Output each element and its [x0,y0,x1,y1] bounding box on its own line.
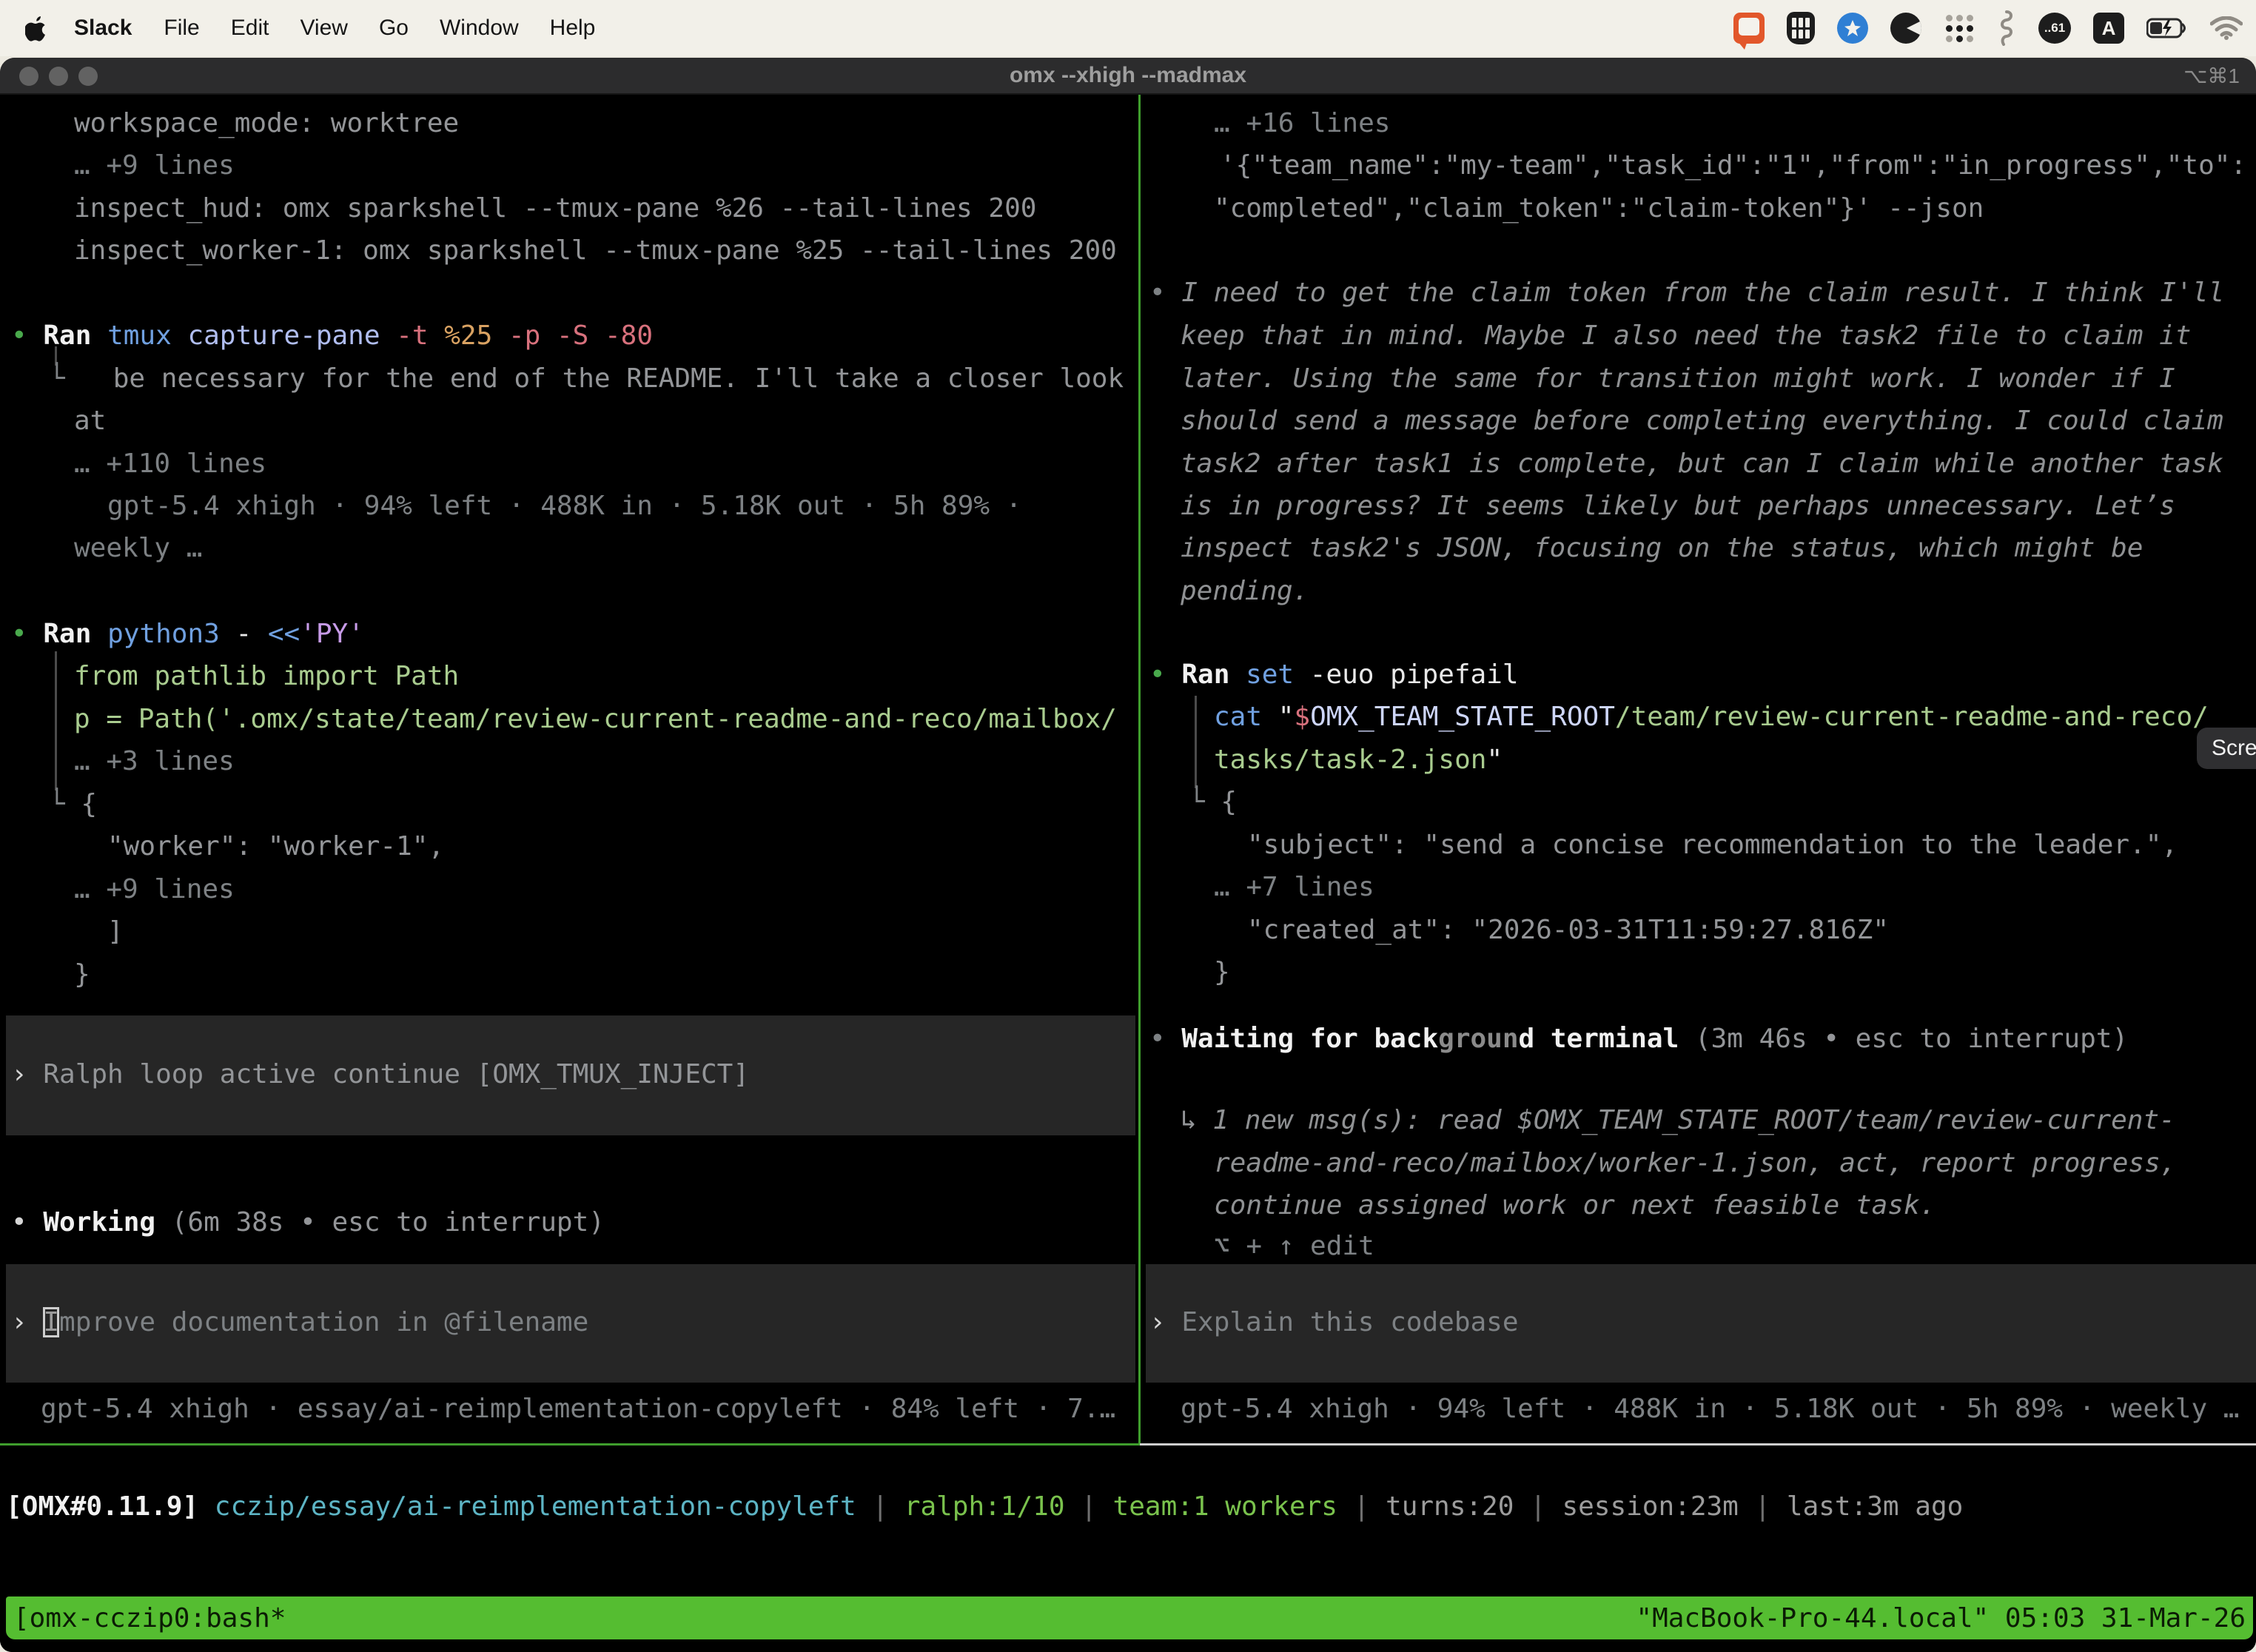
terminal-line: should send a message before completing … [1181,403,2223,439]
terminal-line: is in progress? It seems likely but perh… [1181,488,2175,524]
terminal-body: Scre workspace_mode: worktree … +9 lines i… [0,95,2256,1652]
ralph-loop-input-line: › Ralph loop active continue [OMX_TMUX_I… [11,1057,749,1092]
ran-set-pipefail-line: • Ran set -euo pipefail [1149,657,1519,693]
thinking-line: • I need to get the claim token from the… [1149,275,2224,311]
terminal-line: gpt-5.4 xhigh · 94% left · 488K in · 5.1… [107,488,1021,524]
terminal-line: } [74,957,90,993]
wifi-icon[interactable] [2210,16,2243,40]
mailbox-message-line: ↳ 1 new msg(s): read $OMX_TEAM_STATE_ROO… [1181,1103,2175,1138]
terminal-line: … +7 lines [1214,870,1374,905]
shield-grid-icon[interactable] [1787,12,1815,44]
window-title: omx --xhigh --madmax [0,63,2256,88]
tree-connector [55,651,57,790]
dots-grid-icon[interactable] [1944,13,1975,44]
omx-status-line: [OMX#0.11.9] cczip/essay/ai-reimplementa… [6,1489,1963,1525]
terminal-line: … +3 lines [74,744,235,779]
menu-item-go[interactable]: Go [363,16,424,41]
terminal-line: pending. [1181,574,1309,609]
right-session-status-line: gpt-5.4 xhigh · 94% left · 488K in · 5.1… [1181,1391,2239,1427]
terminal-line: └ { [49,787,97,822]
keyboard-layout-icon[interactable]: A [2093,13,2124,44]
terminal-line: "subject": "send a concise recommendatio… [1247,827,2178,863]
terminal-line: "worker": "worker-1", [107,829,444,864]
terminal-line: … +110 lines [74,446,266,482]
menu-item-help[interactable]: Help [534,16,611,41]
menu-item-edit[interactable]: Edit [215,16,285,41]
terminal-line: keep that in mind. Maybe I also need the… [1181,318,2191,354]
screenshot-app-icon[interactable] [1733,13,1765,44]
terminal-line: "created_at": "2026-03-31T11:59:27.816Z" [1247,913,1889,948]
terminal-line: p = Path('.omx/state/team/review-current… [74,702,1117,737]
right-prompt-line: › Explain this codebase [1149,1305,1519,1340]
terminal-line: └ { [1189,785,1237,820]
menu-item-view[interactable]: View [284,16,363,41]
terminal-line: cat "$OMX_TEAM_STATE_ROOT/team/review-cu… [1214,699,2209,735]
left-session-status-line: gpt-5.4 xhigh · essay/ai-reimplementatio… [41,1391,1115,1427]
terminal-line: … +9 lines [74,872,235,907]
menu-item-file[interactable]: File [148,16,215,41]
pane-border-bottom-left [0,1443,1140,1446]
terminal-line: task2 after task1 is complete, but can I… [1181,446,2223,482]
badge-61-icon[interactable]: ..61 [2038,13,2071,44]
terminal-line: ] [107,914,124,950]
menu-bar: Slack File Edit View Go Window Help [0,0,2256,56]
window-titlebar[interactable]: omx --xhigh --madmax ⌥⌘1 [0,58,2256,95]
terminal-line: from pathlib import Path [74,659,459,694]
menu-app-name[interactable]: Slack [58,16,148,41]
waiting-status-line: • Waiting for background terminal (3m 46… [1149,1021,2128,1057]
blue-seal-icon[interactable] [1837,13,1868,44]
battery-icon[interactable] [2146,17,2188,39]
menu-item-window[interactable]: Window [424,16,534,41]
pane-border-bottom-right [1140,1443,2256,1446]
terminal-line: … +9 lines [74,148,235,184]
tmux-host-clock: "MacBook-Pro-44.local" 05:03 31-Mar-26 [1628,1603,2253,1633]
ran-tmux-capture-line: • Ran tmux capture-pane -t %25 -p -S -80 [11,318,653,354]
terminal-line: inspect_worker-1: omx sparkshell --tmux-… [74,233,1117,269]
edit-hint-line: ⌥ + ↑ edit [1214,1229,1374,1264]
window-shortcut-hint: ⌥⌘1 [2183,64,2240,88]
pane-divider[interactable] [1138,95,1141,1446]
terminal-line: … +16 lines [1214,106,1390,141]
terminal-line: readme-and-reco/mailbox/worker-1.json, a… [1214,1146,2176,1181]
media-disc-icon[interactable] [1890,13,1921,44]
terminal-line: '{"team_name":"my-team","task_id":"1","f… [1220,148,2246,184]
terminal-window: omx --xhigh --madmax ⌥⌘1 Scre workspace_… [0,58,2256,1652]
terminal-line: workspace_mode: worktree [74,106,459,141]
ran-python-line: • Ran python3 - <<'PY' [11,617,364,652]
working-status-line: • Working (6m 38s • esc to interrupt) [11,1205,605,1240]
hook-squiggle-icon[interactable] [1997,10,2016,46]
terminal-line: later. Using the same for transition mig… [1181,361,2175,397]
screen-share-overlay[interactable]: Scre [2197,728,2256,769]
terminal-line: continue assigned work or next feasible … [1214,1188,1936,1223]
terminal-line: weekly … [74,531,202,566]
terminal-line: inspect_hud: omx sparkshell --tmux-pane … [74,191,1036,226]
terminal-line: } [1214,955,1230,990]
tree-connector [1195,696,1197,788]
terminal-line: tasks/task-2.json" [1214,742,1503,778]
terminal-line: "completed","claim_token":"claim-token"}… [1214,191,1984,226]
terminal-line: at [74,403,106,439]
left-prompt-line: › Improve documentation in @filename [11,1305,588,1340]
tmux-status-bar: [omx-cczip0:bash* "MacBook-Pro-44.local"… [6,1596,2253,1639]
terminal-line: inspect task2's JSON, focusing on the st… [1181,531,2143,566]
apple-logo-icon [25,15,47,41]
apple-menu-icon[interactable] [25,15,47,41]
tmux-session-label: [omx-cczip0:bash* [6,1603,293,1633]
terminal-line: └ be necessary for the end of the README… [49,361,1124,397]
